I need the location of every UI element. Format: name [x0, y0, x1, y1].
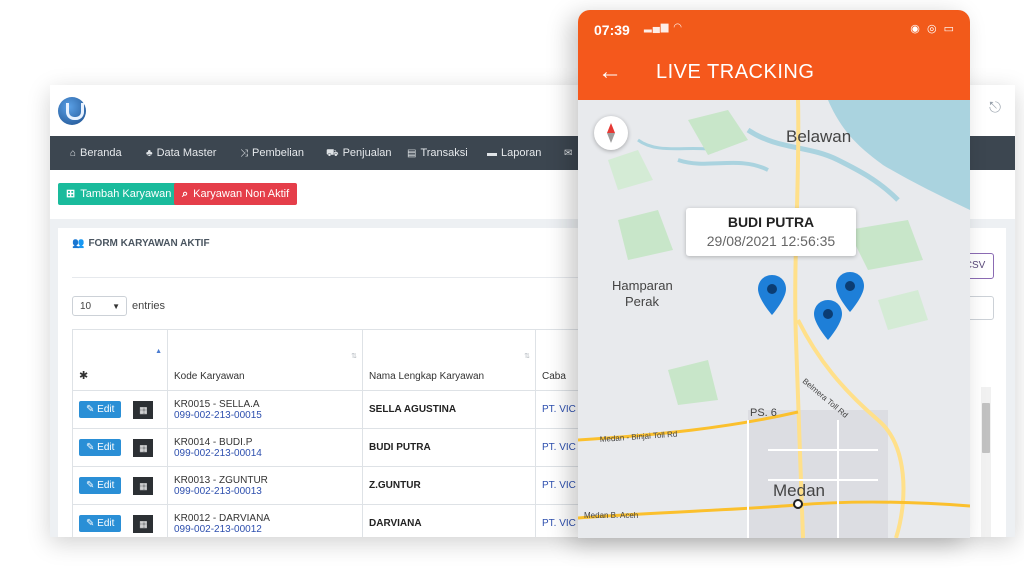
- qr-icon[interactable]: ▦: [133, 514, 154, 533]
- edit-button[interactable]: ✎ Edit: [79, 477, 122, 495]
- add-employee-button[interactable]: ⊞ Tambah Karyawan: [58, 183, 180, 205]
- edit-button[interactable]: ✎ Edit: [79, 515, 122, 533]
- edit-button[interactable]: ✎ Edit: [79, 401, 122, 419]
- panel-title: 👥 FORM KARYAWAN AKTIF: [72, 238, 210, 249]
- folder-icon: ▬: [487, 148, 497, 159]
- row-actions: ✎ Edit ▦: [72, 466, 168, 505]
- popup-employee-name: BUDI PUTRA: [727, 214, 815, 230]
- cell-name: SELLA AGUSTINA: [362, 390, 536, 429]
- popup-datetime: 29/08/2021 12:56:35: [706, 233, 836, 249]
- gear-icon: ✱: [79, 370, 89, 382]
- header-kode-karyawan[interactable]: Kode Karyawan ⇅: [167, 329, 363, 391]
- plus-icon: ⊞: [66, 188, 76, 200]
- nav-transaksi[interactable]: ▤ Transaksi: [407, 136, 468, 170]
- location-pin-icon[interactable]: [814, 300, 842, 340]
- svg-text:Medan: Medan: [773, 481, 825, 500]
- sort-icon: ▲: [155, 348, 162, 355]
- svg-text:Belawan: Belawan: [786, 127, 851, 146]
- cart-icon: ⛟: [326, 148, 339, 159]
- row-actions: ✎ Edit ▦: [72, 428, 168, 467]
- app-logo: [58, 97, 86, 125]
- megaphone-icon[interactable]: ✉: [564, 136, 576, 170]
- screen-title: LIVE TRACKING: [656, 61, 815, 83]
- qr-icon[interactable]: ▦: [133, 400, 154, 419]
- shuffle-icon: ⤨: [240, 148, 248, 159]
- sitemap-icon: ♣: [146, 148, 153, 159]
- status-time: 07:39: [594, 22, 630, 38]
- marker-info-popup: BUDI PUTRA 29/08/2021 12:56:35: [686, 208, 856, 256]
- entries-label: entries: [132, 300, 166, 312]
- app-bar: ← LIVE TRACKING: [578, 50, 970, 100]
- table-header-row: ✱ ▲ Kode Karyawan ⇅ Nama Lengkap Karyawan ⇅…: [72, 329, 609, 391]
- cell-name: Z.GUNTUR: [362, 466, 536, 505]
- table-row: ✎ Edit ▦ KR0014 - BUDI.P 099-002-213-00014…: [72, 428, 609, 467]
- header-actions[interactable]: ✱ ▲: [72, 329, 168, 391]
- header-nama-lengkap[interactable]: Nama Lengkap Karyawan ⇅: [362, 329, 536, 391]
- tracking-map[interactable]: Belawan Hamparan Perak PS. 6 Belmera Tol…: [578, 100, 970, 538]
- nav-beranda[interactable]: ⌂ Beranda: [70, 136, 122, 170]
- svg-text:Medan B. Aceh: Medan B. Aceh: [584, 511, 638, 520]
- phone-screen: 07:39 ▂▄▆ ◠ ◉ ◎ ▭ ← LIVE TRACKING Belawa…: [578, 10, 970, 538]
- users-icon: 👥: [72, 238, 85, 249]
- home-icon: ⌂: [70, 148, 77, 159]
- nav-data-master[interactable]: ♣ Data Master: [146, 136, 216, 170]
- table-row: ✎ Edit ▦ KR0015 - SELLA.A 099-002-213-0001…: [72, 390, 609, 429]
- cell-code: KR0013 - ZGUNTUR 099-002-213-00013: [167, 466, 363, 505]
- table-row: ✎ Edit ▦ KR0013 - ZGUNTUR 099-002-213-0001…: [72, 466, 609, 505]
- status-bar: 07:39 ▂▄▆ ◠ ◉ ◎ ▭: [578, 10, 970, 50]
- sort-icon: ⇅: [524, 353, 530, 360]
- nav-pembelian[interactable]: ⤨ Pembelian: [240, 136, 304, 170]
- chevron-down-icon: ▼: [112, 302, 120, 311]
- svg-text:PS. 6: PS. 6: [750, 407, 777, 419]
- cell-name: BUDI PUTRA: [362, 428, 536, 467]
- compass-icon[interactable]: [594, 116, 628, 150]
- scrollbar-thumb[interactable]: [982, 403, 990, 453]
- inactive-employee-button[interactable]: ⌕ Karyawan Non Aktif: [174, 183, 298, 205]
- row-actions: ✎ Edit ▦: [72, 504, 168, 537]
- sort-icon: ⇅: [351, 353, 357, 360]
- battery-icon: ◉ ◎ ▭: [910, 23, 956, 35]
- list-icon: ▤: [407, 148, 417, 159]
- row-actions: ✎ Edit ▦: [72, 390, 168, 429]
- cell-code: KR0012 - DARVIANA 099-002-213-00012: [167, 504, 363, 537]
- entries-select[interactable]: 10 ▼: [72, 296, 127, 316]
- nav-penjualan[interactable]: ⛟ Penjualan: [326, 136, 392, 170]
- cell-code: KR0015 - SELLA.A 099-002-213-00015: [167, 390, 363, 429]
- svg-text:Hamparan: Hamparan: [612, 278, 673, 293]
- table-scrollbar[interactable]: [981, 387, 991, 537]
- employee-table: ✱ ▲ Kode Karyawan ⇅ Nama Lengkap Karyawan ⇅…: [72, 329, 609, 537]
- svg-text:Perak: Perak: [625, 294, 659, 309]
- search-icon: ⌕: [182, 188, 189, 200]
- location-pin-icon[interactable]: [758, 275, 786, 315]
- logout-icon[interactable]: ⎋: [989, 99, 1001, 116]
- back-arrow-icon[interactable]: ←: [598, 58, 622, 86]
- cell-code: KR0014 - BUDI.P 099-002-213-00014: [167, 428, 363, 467]
- nav-laporan[interactable]: ▬ Laporan: [487, 136, 541, 170]
- qr-icon[interactable]: ▦: [133, 476, 154, 495]
- table-row: ✎ Edit ▦ KR0012 - DARVIANA 099-002-213-000…: [72, 504, 609, 537]
- qr-icon[interactable]: ▦: [133, 438, 154, 457]
- edit-button[interactable]: ✎ Edit: [79, 439, 122, 457]
- cell-name: DARVIANA: [362, 504, 536, 537]
- signal-icon: ▂▄▆ ◠: [644, 22, 683, 33]
